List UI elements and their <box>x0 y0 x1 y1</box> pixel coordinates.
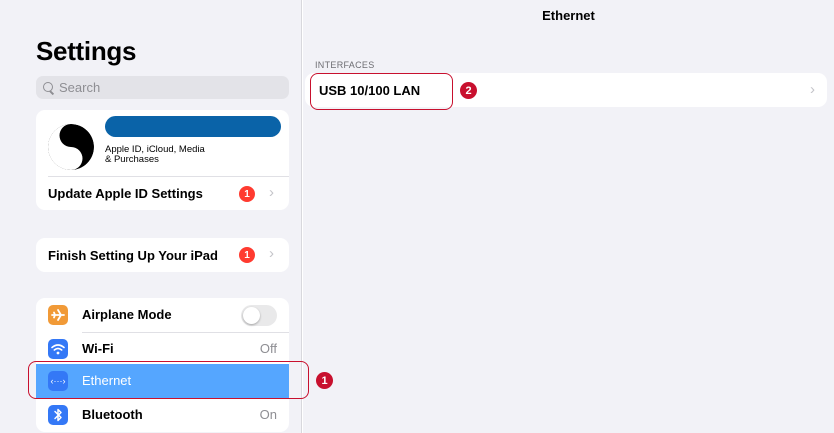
page-title: Ethernet <box>542 8 595 23</box>
callout-box-ethernet <box>28 361 309 399</box>
section-header: INTERFACES <box>315 60 375 70</box>
avatar[interactable] <box>48 124 94 170</box>
notification-badge: 1 <box>239 247 255 263</box>
ethernet-detail-pane: Ethernet INTERFACES USB 10/100 LAN › <box>303 0 834 433</box>
wifi-status: Off <box>259 341 277 356</box>
finish-setup-row[interactable]: Finish Setting Up Your iPad 1 › <box>36 238 289 272</box>
sidebar-item-label: Bluetooth <box>82 407 143 422</box>
chevron-right-icon: › <box>269 245 274 262</box>
toggle-knob <box>243 307 260 324</box>
wifi-icon <box>48 339 68 359</box>
search-placeholder: Search <box>59 80 101 95</box>
callout-box-usb-lan <box>310 73 453 110</box>
notification-badge: 1 <box>239 186 255 202</box>
chevron-right-icon: › <box>269 184 274 201</box>
bluetooth-icon <box>48 405 68 425</box>
apple-id-subtitle: Apple ID, iCloud, Media & Purchases <box>105 144 205 165</box>
update-apple-id-row[interactable]: Update Apple ID Settings 1 › <box>36 177 289 210</box>
callout-number: 1 <box>316 372 333 389</box>
apple-id-card: Apple ID, iCloud, Media & Purchases Upda… <box>36 110 289 210</box>
account-name-redacted[interactable] <box>105 116 281 137</box>
search-field[interactable]: Search <box>36 76 289 99</box>
chevron-right-icon: › <box>810 81 815 98</box>
airplane-mode-toggle[interactable] <box>241 305 277 326</box>
search-icon <box>43 82 54 93</box>
sidebar-item-airplane-mode[interactable]: Airplane Mode <box>36 298 289 332</box>
sidebar-title: Settings <box>36 36 137 66</box>
airplane-icon <box>48 305 68 325</box>
sidebar-item-label: Wi-Fi <box>82 341 114 356</box>
update-apple-id-label: Update Apple ID Settings <box>48 186 203 201</box>
sidebar-item-bluetooth[interactable]: Bluetooth On <box>36 398 289 432</box>
bluetooth-status: On <box>259 407 277 422</box>
sidebar-item-label: Airplane Mode <box>82 307 172 322</box>
finish-setup-label: Finish Setting Up Your iPad <box>48 248 218 263</box>
callout-number: 2 <box>460 82 477 99</box>
